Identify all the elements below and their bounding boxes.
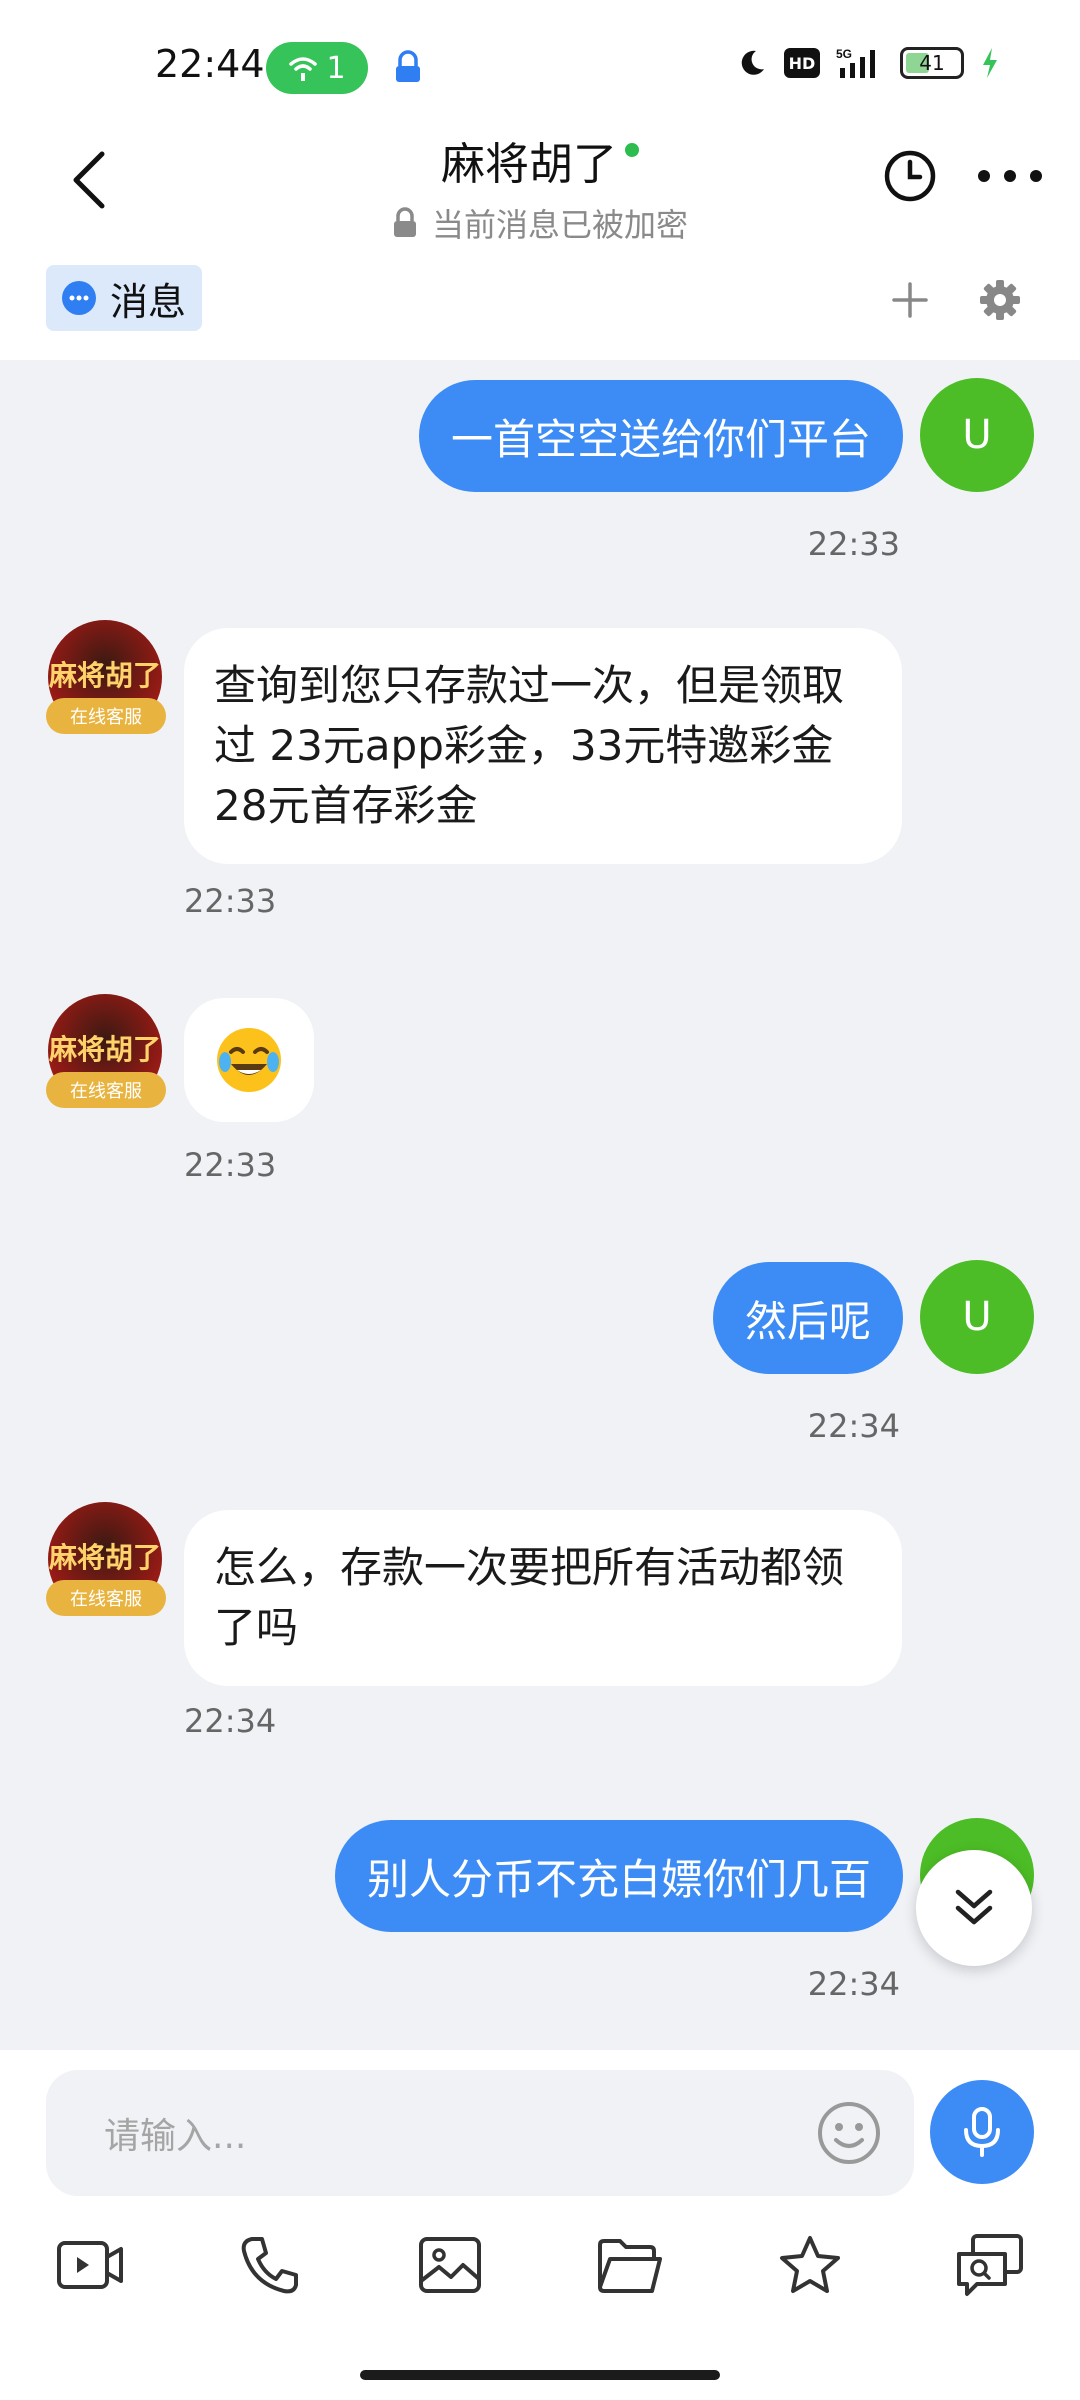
favorite-button[interactable]	[770, 2225, 850, 2305]
tab-bar: 消息	[0, 240, 1080, 360]
voice-button[interactable]	[930, 2080, 1034, 2184]
screen-share-button[interactable]	[950, 2225, 1030, 2305]
agent-logo-text: 麻将胡了	[48, 1541, 161, 1574]
tab-messages-label: 消息	[110, 279, 187, 324]
message-bubble[interactable]: 然后呢	[712, 1262, 903, 1374]
emoji-message-bubble[interactable]	[184, 998, 314, 1122]
message-time: 22:33	[184, 1146, 277, 1184]
user-avatar[interactable]: U	[920, 1260, 1034, 1374]
message-bubble-icon	[62, 281, 96, 315]
status-bar: 22:44 1 HD 5G 41	[0, 0, 1080, 135]
signal-5g-icon: 5G	[836, 47, 875, 78]
image-button[interactable]	[410, 2225, 490, 2305]
agent-tag: 在线客服	[46, 1580, 166, 1616]
message-time: 22:33	[807, 525, 900, 563]
more-options-icon[interactable]	[970, 146, 1050, 206]
gear-icon[interactable]	[970, 270, 1030, 330]
message-bubble[interactable]: 查询到您只存款过一次，但是领取过 23元app彩金，33元特邀彩金 28元首存彩…	[184, 628, 902, 864]
message-input[interactable]: 请输入...	[46, 2070, 914, 2196]
hotspot-count: 1	[326, 50, 346, 86]
user-avatar[interactable]: U	[920, 378, 1034, 492]
wifi-icon	[289, 57, 318, 81]
agent-avatar[interactable]: 麻将胡了 在线客服	[46, 620, 166, 738]
svg-text:5G: 5G	[836, 47, 852, 61]
online-status-dot	[625, 143, 639, 157]
message-bubble[interactable]: 一首空空送给你们平台	[418, 380, 903, 492]
moon-icon	[741, 50, 764, 75]
agent-tag: 在线客服	[46, 698, 166, 734]
message-time: 22:34	[184, 1702, 277, 1740]
scroll-to-bottom-button[interactable]	[916, 1850, 1032, 1966]
message-bubble[interactable]: 别人分币不充白嫖你们几百	[334, 1820, 903, 1932]
voice-call-button[interactable]	[230, 2225, 310, 2305]
message-list[interactable]: 一首空空送给你们平台 U 22:33 麻将胡了 在线客服 查询到您只存款过一次，…	[0, 360, 1080, 2050]
chat-screen: 22:44 1 HD 5G 41 麻将胡了 当前消息已被加密 消息 一首空空送给…	[0, 0, 1080, 2400]
message-time: 22:34	[807, 1965, 900, 2003]
hd-badge: HD	[784, 48, 820, 78]
agent-tag: 在线客服	[46, 1072, 166, 1108]
tab-messages[interactable]: 消息	[46, 265, 203, 331]
message-time: 22:34	[807, 1407, 900, 1445]
tears-of-joy-emoji-icon	[217, 1028, 281, 1092]
chat-header: 麻将胡了 当前消息已被加密	[0, 120, 1080, 244]
charging-icon	[983, 48, 997, 78]
star-icon	[780, 2236, 840, 2293]
agent-avatar[interactable]: 麻将胡了 在线客服	[46, 1502, 166, 1620]
plus-icon[interactable]	[880, 270, 940, 330]
message-bubble[interactable]: 怎么，存款一次要把所有活动都领了吗	[184, 1510, 902, 1686]
security-lock-icon	[396, 50, 420, 82]
lock-icon	[393, 207, 416, 237]
message-time: 22:33	[184, 882, 277, 920]
status-indicators: HD 5G 41	[736, 46, 1000, 80]
hotspot-pill[interactable]: 1	[266, 42, 368, 94]
emoji-icon[interactable]	[816, 2100, 882, 2166]
agent-logo-text: 麻将胡了	[48, 1033, 161, 1066]
video-icon	[57, 2241, 123, 2289]
microphone-icon	[964, 2107, 1000, 2157]
file-button[interactable]	[590, 2225, 670, 2305]
battery-indicator: 41	[900, 47, 964, 79]
video-call-button[interactable]	[50, 2225, 130, 2305]
screen-share-icon	[957, 2234, 1023, 2296]
folder-icon	[598, 2239, 662, 2293]
composer: 请输入...	[0, 2050, 1080, 2400]
page-title: 麻将胡了	[441, 139, 617, 190]
agent-avatar[interactable]: 麻将胡了 在线客服	[46, 994, 166, 1112]
image-icon	[419, 2237, 481, 2293]
agent-logo-text: 麻将胡了	[48, 659, 161, 692]
history-clock-icon[interactable]	[880, 146, 940, 206]
home-indicator[interactable]	[360, 2370, 720, 2380]
phone-icon	[241, 2237, 298, 2294]
attachment-toolbar	[0, 2225, 1080, 2325]
status-time: 22:44	[155, 42, 265, 86]
double-chevron-down-icon	[955, 1889, 993, 1925]
